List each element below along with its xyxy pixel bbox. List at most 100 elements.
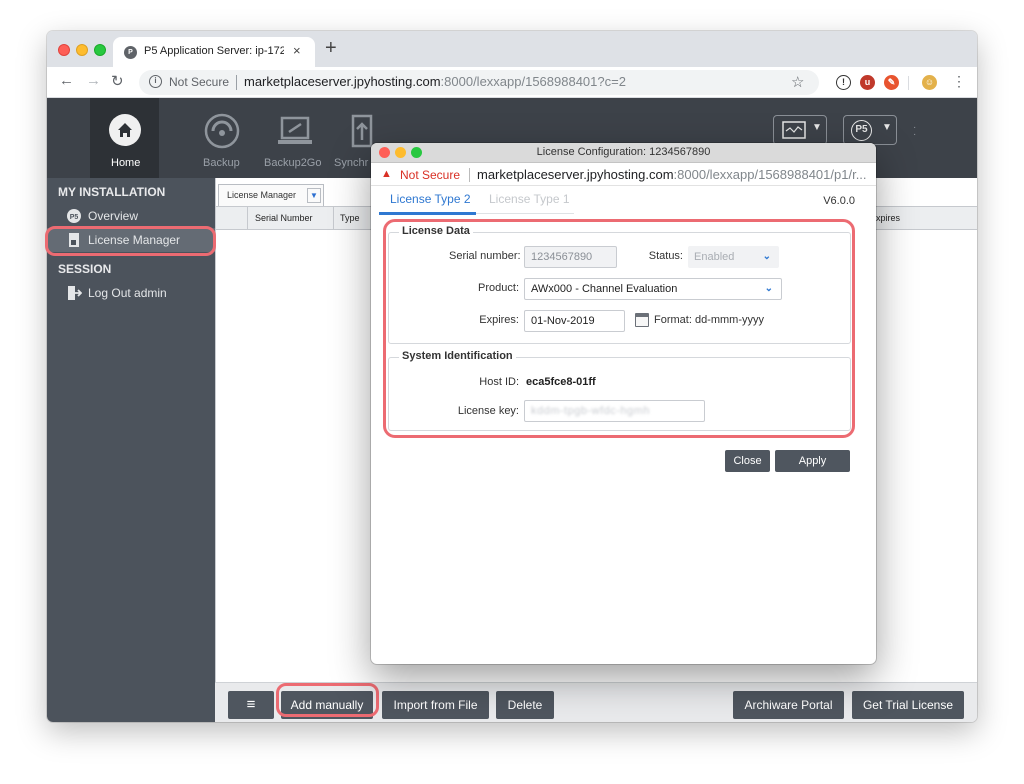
chevron-down-icon: ▼: [812, 122, 822, 133]
license-key-label: License key:: [457, 405, 519, 417]
monitor-menu-button[interactable]: ▼: [773, 115, 827, 145]
system-identification-fieldset: System Identification Host ID: eca5fce8-…: [388, 350, 851, 431]
dialog-address-bar: ▲ Not Secure marketplaceserver.jpyhostin…: [371, 163, 876, 186]
window-zoom-button[interactable]: [94, 44, 106, 56]
archiware-portal-button[interactable]: Archiware Portal: [733, 691, 844, 719]
expires-label: Expires:: [479, 314, 519, 326]
backup-icon[interactable]: [203, 112, 241, 155]
svg-text:P5: P5: [70, 214, 79, 221]
backup2go-label[interactable]: Backup2Go: [264, 157, 321, 169]
status-value: Enabled: [694, 251, 735, 263]
security-label: Not Secure: [169, 75, 230, 89]
product-label: Product:: [478, 282, 519, 294]
bottom-action-bar: ≡ Add manually Import from File Delete A…: [215, 682, 977, 722]
apply-button[interactable]: Apply: [775, 450, 850, 472]
logout-label: Log Out admin: [88, 286, 167, 300]
bookmark-star-icon[interactable]: ☆: [791, 73, 804, 91]
calendar-icon[interactable]: [635, 313, 649, 327]
p5-logo-icon: P5: [851, 120, 872, 141]
license-key-field[interactable]: kddm-tpgb-wfdc-hgmh: [524, 400, 705, 422]
header-more-icon[interactable]: · ·: [913, 123, 916, 140]
column-expires[interactable]: xpires: [876, 213, 900, 223]
status-label: Status:: [648, 250, 683, 262]
system-identification-legend: System Identification: [399, 350, 516, 362]
column-divider: [333, 207, 334, 230]
import-from-file-button[interactable]: Import from File: [382, 691, 489, 719]
forward-arrow-icon[interactable]: →: [86, 72, 101, 89]
chevron-down-icon: ⌄: [764, 283, 773, 294]
product-select[interactable]: AWx000 - Channel Evaluation ⌄: [524, 278, 782, 300]
license-data-legend: License Data: [399, 225, 473, 237]
url-text[interactable]: marketplaceserver.jpyhosting.com:8000/le…: [244, 74, 626, 89]
address-bar[interactable]: i Not Secure marketplaceserver.jpyhostin…: [139, 70, 819, 95]
info-icon[interactable]: i: [149, 75, 162, 88]
browser-toolbar: ← → ↻ i Not Secure marketplaceserver.jpy…: [47, 67, 977, 98]
p5-favicon-icon: P: [124, 46, 137, 59]
dialog-url-host: marketplaceserver.jpyhosting.com: [477, 167, 674, 182]
browser-tab[interactable]: P P5 Application Server: ip-172-3 ×: [113, 37, 315, 67]
license-manager-label: License Manager: [88, 233, 181, 247]
sidebar: MY INSTALLATION P5 Overview License Mana…: [47, 178, 215, 722]
extension-info-icon[interactable]: !: [836, 75, 851, 90]
tab-close-icon[interactable]: ×: [293, 43, 301, 58]
chevron-down-icon: ▼: [882, 122, 892, 133]
tab-license-manager[interactable]: License Manager ▼: [218, 184, 324, 206]
extension-red-icon[interactable]: ✎: [884, 75, 899, 90]
backup-label[interactable]: Backup: [203, 157, 240, 169]
sidebar-item-license-manager[interactable]: License Manager: [47, 228, 215, 252]
url-path: :8000/lexxapp/1568988401?c=2: [440, 74, 626, 89]
tab-dropdown-icon[interactable]: ▼: [307, 188, 321, 203]
ublock-shield-icon[interactable]: u: [860, 75, 875, 90]
tab-bar: P P5 Application Server: ip-172-3 × +: [47, 31, 977, 67]
get-trial-license-button[interactable]: Get Trial License: [852, 691, 964, 719]
window-minimize-button[interactable]: [76, 44, 88, 56]
logout-door-icon: [66, 285, 83, 301]
expires-date-field[interactable]: 01-Nov-2019: [524, 310, 625, 332]
dialog-security-label: Not Secure: [400, 168, 461, 182]
omnibox-separator: [236, 75, 237, 90]
section-my-installation: MY INSTALLATION: [58, 185, 166, 199]
new-tab-button[interactable]: +: [325, 37, 337, 60]
version-label: V6.0.0: [823, 195, 855, 207]
dialog-url-path: :8000/lexxapp/1568988401/p1/r...: [673, 167, 867, 182]
home-nav-button[interactable]: Home: [90, 98, 159, 178]
license-key-value: kddm-tpgb-wfdc-hgmh: [531, 405, 650, 417]
license-manager-tab-label: License Manager: [227, 190, 297, 200]
license-document-icon: [66, 232, 82, 248]
serial-number-label: Serial number:: [449, 250, 521, 262]
close-button[interactable]: Close: [725, 450, 770, 472]
url-host: marketplaceserver.jpyhosting.com: [244, 74, 441, 89]
column-serial-number[interactable]: Serial Number: [255, 213, 313, 223]
dialog-title: License Configuration: 1234567890: [536, 146, 711, 158]
tab-license-type-2[interactable]: License Type 2: [390, 192, 471, 206]
home-icon: [109, 114, 141, 146]
product-value: AWx000 - Channel Evaluation: [531, 283, 678, 295]
column-divider: [247, 207, 248, 230]
chevron-down-icon: ⌄: [762, 251, 771, 262]
status-select[interactable]: Enabled ⌄: [688, 246, 779, 268]
tab-license-type-1[interactable]: License Type 1: [489, 192, 570, 206]
license-data-fieldset: License Data Serial number: 1234567890 S…: [388, 225, 851, 344]
section-session: SESSION: [58, 262, 112, 276]
column-type[interactable]: Type: [340, 213, 360, 223]
back-arrow-icon[interactable]: ←: [59, 72, 74, 89]
profile-avatar-icon[interactable]: ☺: [922, 75, 937, 90]
reload-icon[interactable]: ↻: [111, 72, 124, 90]
dialog-title-bar: License Configuration: 1234567890: [371, 143, 876, 163]
sidebar-item-logout[interactable]: Log Out admin: [47, 281, 215, 305]
backup2go-laptop-icon[interactable]: [275, 112, 315, 155]
monitor-wave-icon: [782, 121, 806, 139]
delete-button[interactable]: Delete: [496, 691, 554, 719]
serial-number-field[interactable]: 1234567890: [524, 246, 617, 268]
sidebar-item-overview[interactable]: P5 Overview: [47, 204, 215, 228]
p5-menu-button[interactable]: P5 ▼: [843, 115, 897, 145]
browser-menu-icon[interactable]: ⋮: [952, 73, 966, 90]
overview-label: Overview: [88, 209, 139, 223]
add-manually-button[interactable]: Add manually: [281, 691, 373, 719]
menu-hamburger-button[interactable]: ≡: [228, 691, 274, 719]
license-configuration-dialog: License Configuration: 1234567890 ▲ Not …: [371, 143, 876, 664]
warning-triangle-icon: ▲: [381, 168, 392, 180]
toolbar-separator: [908, 76, 909, 90]
window-close-button[interactable]: [58, 44, 70, 56]
synchronize-label[interactable]: Synchr: [334, 157, 368, 169]
